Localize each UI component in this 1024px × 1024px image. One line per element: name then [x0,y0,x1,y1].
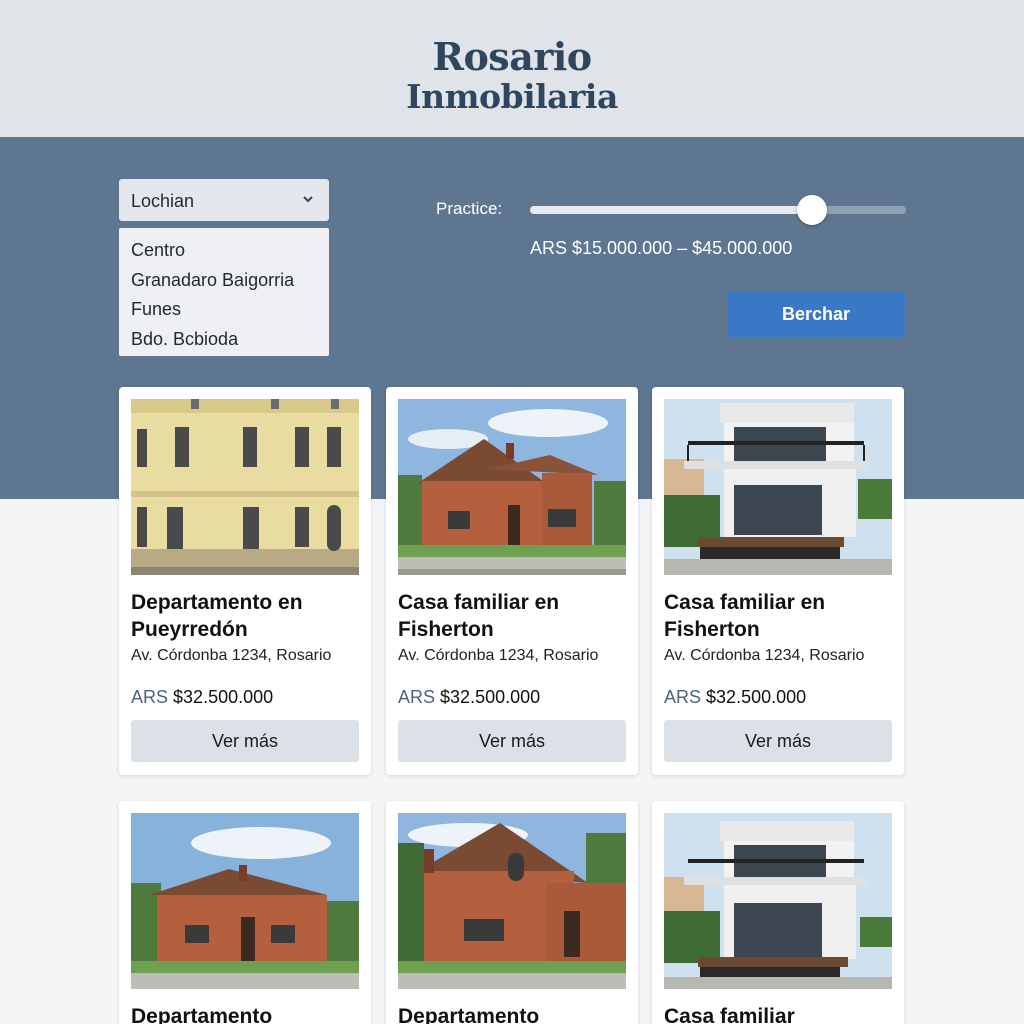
listing-price: ARS $32.500.000 [131,687,273,708]
brand-name[interactable]: Rosario [0,34,1024,79]
price-currency: ARS [664,687,702,707]
listing-price: ARS $32.500.000 [398,687,540,708]
listing-card[interactable]: Casa familiar en Fisherton Av. Córdonba … [386,387,638,775]
listing-title[interactable]: Casa familiar [664,1003,896,1024]
listing-card[interactable]: Departamento [386,801,638,1024]
location-option[interactable]: Bdo. Bcbioda [119,325,329,355]
listing-card[interactable]: Casa familiar en Fisherton Av. Córdonba … [652,387,904,775]
listing-price: ARS $32.500.000 [664,687,806,708]
modern-house-photo[interactable] [664,813,892,989]
location-select[interactable]: Lochian [119,179,329,221]
price-currency: ARS [131,687,169,707]
price-slider[interactable] [530,194,906,226]
listing-title[interactable]: Departamento en Pueyrredón [131,589,363,643]
price-label: Practice: [436,199,503,218]
price-slider-fill [530,206,812,214]
listing-title[interactable]: Departamento [131,1003,363,1024]
brick-house-photo[interactable] [398,813,626,989]
price-currency: ARS [398,687,436,707]
listing-card[interactable]: Casa familiar [652,801,904,1024]
listing-card[interactable]: Departamento [119,801,371,1024]
price-amount: $32.500.000 [706,687,807,707]
location-option[interactable]: Granadaro Baigorria [119,266,329,296]
listing-title[interactable]: Casa familiar en Fisherton [664,589,896,643]
brick-house-photo[interactable] [398,399,626,575]
header: Rosario Inmobilaria [0,0,1024,137]
see-more-button[interactable]: Ver más [664,720,892,762]
listing-address: Av. Córdonba 1234, Rosario [131,647,332,664]
listing-address: Av. Córdonba 1234, Rosario [664,647,865,664]
chevron-down-icon [303,196,313,203]
location-option[interactable]: Funes [119,295,329,325]
location-dropdown: Centro Granadaro Baigorria Funes Bdo. Bc… [119,228,329,356]
price-range-text: ARS $15.000.000 – $45.000.000 [530,238,793,258]
price-amount: $32.500.000 [440,687,541,707]
location-select-value: Lochian [131,191,195,211]
see-more-button[interactable]: Ver más [131,720,359,762]
location-option[interactable]: Centro [119,236,329,266]
brand-subtitle[interactable]: Inmobilaria [0,77,1024,116]
listing-address: Av. Córdonba 1234, Rosario [398,647,599,664]
search-button[interactable]: Berchar [727,292,905,337]
listing-card[interactable]: Departamento en Pueyrredón Av. Córdonba … [119,387,371,775]
listing-title[interactable]: Casa familiar en Fisherton [398,589,630,643]
price-amount: $32.500.000 [173,687,274,707]
see-more-button[interactable]: Ver más [398,720,626,762]
modern-house-photo[interactable] [664,399,892,575]
listing-title[interactable]: Departamento [398,1003,630,1024]
price-slider-handle[interactable] [797,195,827,225]
apartment-photo[interactable] [131,399,359,575]
brick-house-photo[interactable] [131,813,359,989]
